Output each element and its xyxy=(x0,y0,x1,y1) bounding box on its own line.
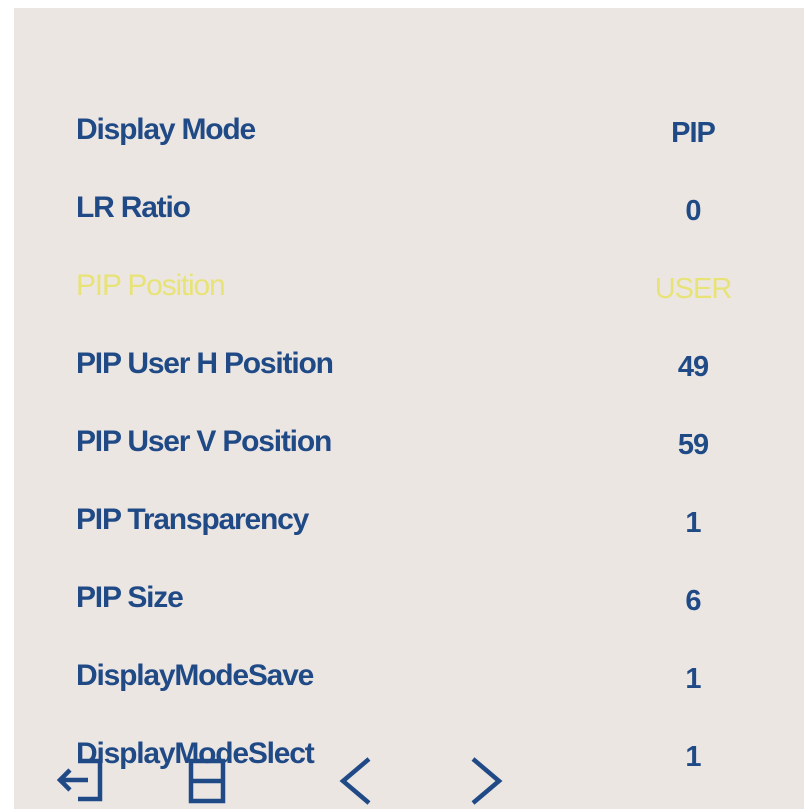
menu-item-value: USER xyxy=(654,273,733,305)
osd-menu-panel: Display Mode PIP LR Ratio 0 PIP Position… xyxy=(14,8,804,809)
menu-item-value: 1 xyxy=(685,741,701,773)
menu-item-value: 49 xyxy=(677,351,709,383)
menu-item-pip-position[interactable]: PIP Position USER xyxy=(76,259,776,337)
previous-button[interactable] xyxy=(325,753,385,809)
menu-item-label: LR Ratio xyxy=(76,191,191,224)
menu-item-label: DisplayModeSave xyxy=(76,659,314,692)
menu-item-pip-transparency[interactable]: PIP Transparency 1 xyxy=(76,493,776,571)
menu-icon xyxy=(188,758,226,804)
menu-item-display-mode-save[interactable]: DisplayModeSave 1 xyxy=(76,649,776,727)
menu-item-value: 0 xyxy=(685,195,701,227)
menu-item-pip-user-h-position[interactable]: PIP User H Position 49 xyxy=(76,337,776,415)
chevron-left-icon xyxy=(339,757,371,805)
exit-icon xyxy=(56,758,103,802)
menu-item-value: 1 xyxy=(685,663,701,695)
menu-item-label: PIP Position xyxy=(76,269,226,302)
menu-item-value: 6 xyxy=(685,585,701,617)
menu-item-label: Display Mode xyxy=(76,113,256,146)
menu-item-label: PIP User H Position xyxy=(76,347,334,380)
menu-item-label: PIP Transparency xyxy=(76,503,309,536)
menu-item-pip-size[interactable]: PIP Size 6 xyxy=(76,571,776,649)
menu-item-pip-user-v-position[interactable]: PIP User V Position 59 xyxy=(76,415,776,493)
chevron-right-icon xyxy=(471,757,503,805)
menu-list: Display Mode PIP LR Ratio 0 PIP Position… xyxy=(76,103,776,805)
menu-item-value: 59 xyxy=(677,429,709,461)
menu-button[interactable] xyxy=(177,753,237,809)
nav-bar xyxy=(52,753,532,809)
menu-item-lr-ratio[interactable]: LR Ratio 0 xyxy=(76,181,776,259)
next-button[interactable] xyxy=(457,753,517,809)
menu-item-label: PIP Size xyxy=(76,581,184,614)
menu-item-display-mode[interactable]: Display Mode PIP xyxy=(76,103,776,181)
exit-button[interactable] xyxy=(52,753,112,809)
menu-item-value: PIP xyxy=(671,117,716,149)
menu-item-label: PIP User V Position xyxy=(76,425,332,458)
menu-item-value: 1 xyxy=(685,507,701,539)
